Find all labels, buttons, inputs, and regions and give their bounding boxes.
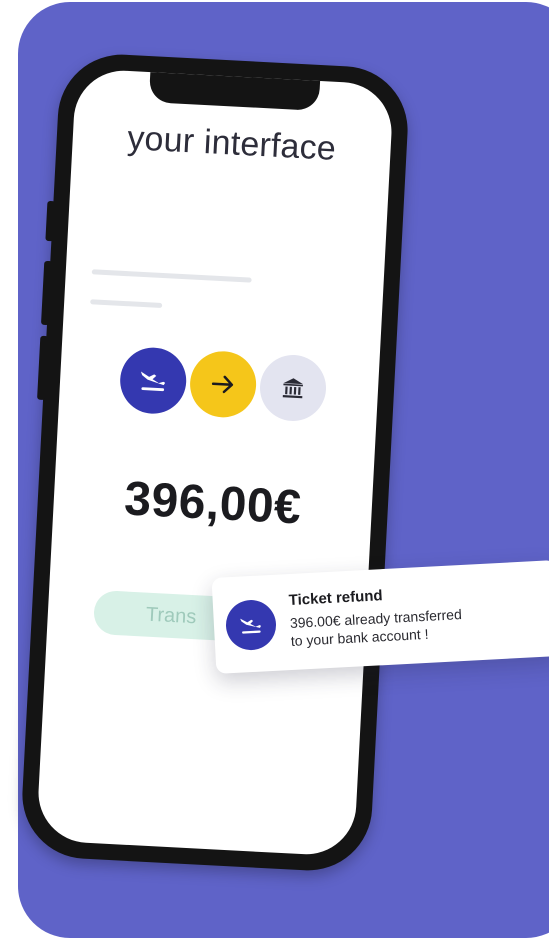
phone-screen: your interface 396,00€ Trans xyxy=(35,68,395,857)
canvas: your interface 396,00€ Trans Ticket refu… xyxy=(0,0,549,940)
arrow-right-icon xyxy=(211,375,234,394)
airplane-landing-icon xyxy=(140,371,165,392)
bank-step xyxy=(258,353,328,423)
refund-notification[interactable]: Ticket refund 396.00€ already transferre… xyxy=(211,560,549,674)
refund-amount: 396,00€ xyxy=(123,472,303,535)
bank-icon xyxy=(282,378,303,399)
phone-mockup: your interface 396,00€ Trans xyxy=(19,51,411,874)
placeholder-line-1 xyxy=(91,269,252,283)
placeholder-line-2 xyxy=(90,299,163,309)
screen-title: your interface xyxy=(126,118,337,168)
notification-body: 396.00€ already transferred to your bank… xyxy=(289,602,521,650)
transfer-steps xyxy=(118,345,341,427)
airplane-landing-icon xyxy=(240,618,261,634)
notification-airplane-badge xyxy=(224,598,278,652)
airplane-step xyxy=(118,345,188,416)
arrow-step xyxy=(188,349,258,419)
notification-title: Ticket refund xyxy=(288,587,384,610)
